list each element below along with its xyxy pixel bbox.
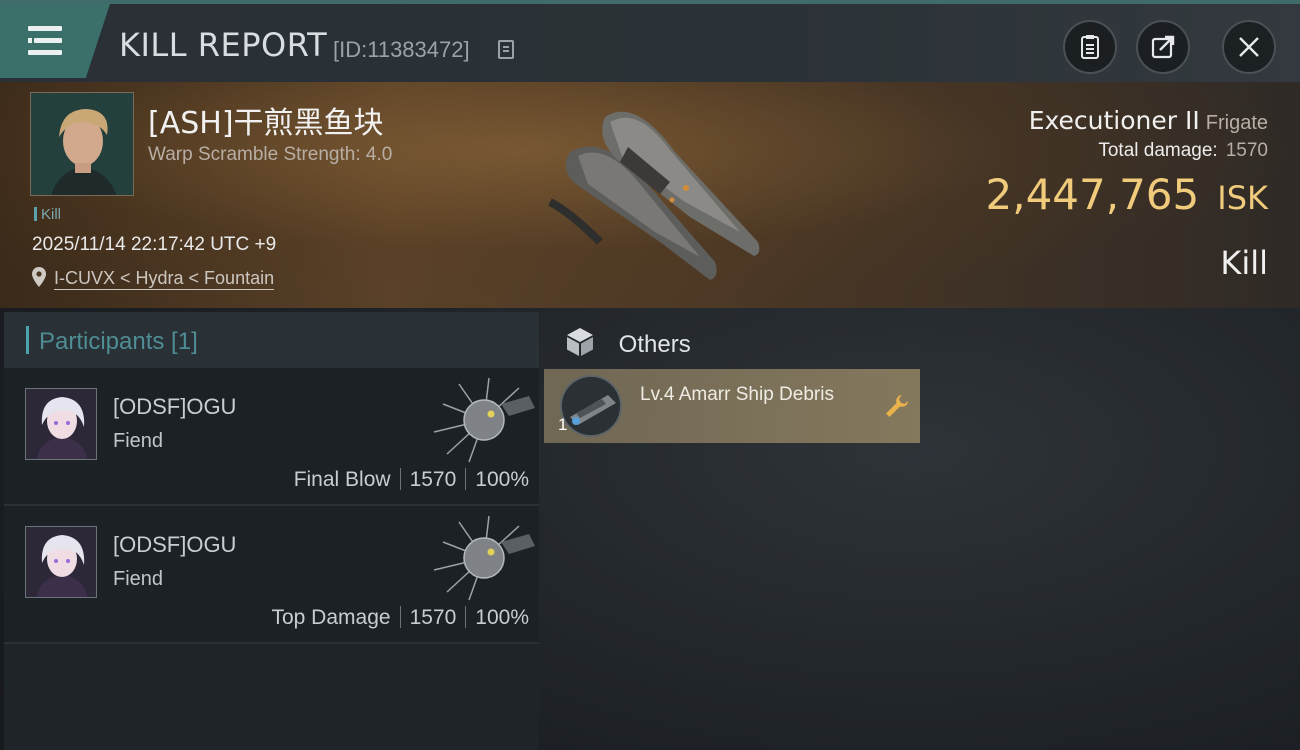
participant-role: Final Blow: [293, 468, 391, 491]
isk-value: 2,447,765 ISK: [986, 170, 1269, 219]
clipboard-button[interactable]: [1063, 20, 1117, 74]
dropped-item[interactable]: 1 Lv.4 Amarr Ship Debris: [544, 369, 920, 443]
weapon-icon: [433, 515, 535, 601]
participant-damage: 1570: [409, 606, 457, 629]
participant-name: [ODSF]OGU: [113, 532, 237, 557]
participant-damage: 1570: [409, 468, 457, 491]
participant-corp: Fiend: [113, 568, 164, 590]
clipboard-icon: [1081, 35, 1099, 59]
participant-avatar[interactable]: [25, 388, 97, 460]
close-button[interactable]: [1222, 20, 1276, 74]
close-icon: [1239, 37, 1259, 57]
participant-stats: Final Blow 1570 100%: [294, 468, 529, 492]
ship-type: Executioner II Frigate: [1029, 106, 1268, 135]
report-id: [ID:11383472]: [333, 37, 470, 62]
victim-name: [ASH]干煎黑鱼块: [148, 106, 384, 141]
others-label: Others: [618, 331, 691, 358]
participants-header: Participants [1]: [4, 312, 539, 368]
victim-portrait[interactable]: [30, 92, 134, 196]
total-damage: Total damage: 1570: [1098, 140, 1268, 162]
cube-icon: [567, 328, 593, 356]
participants-panel: Participants [1] [ODSF]OGU Fiend Final B…: [4, 312, 539, 750]
warp-scramble-strength: Warp Scramble Strength: 4.0: [148, 144, 393, 165]
copy-icon[interactable]: [498, 40, 514, 59]
page-title: KILL REPORT: [119, 26, 328, 64]
isk-unit: ISK: [1217, 179, 1268, 217]
menu-button[interactable]: [0, 4, 110, 78]
ship-class: Frigate: [1205, 112, 1268, 134]
kill-result: Kill: [1220, 244, 1268, 282]
participant-name: [ODSF]OGU: [113, 394, 237, 419]
header-bar: KILL REPORT [ID:11383472]: [0, 4, 1300, 82]
participant-row[interactable]: [ODSF]OGU Fiend Top Damage 1570 100%: [4, 506, 539, 644]
item-thumbnail: [560, 375, 622, 437]
participant-avatar[interactable]: [25, 526, 97, 598]
participants-label: Participants [1]: [39, 328, 198, 355]
participant-percent: 100%: [475, 606, 529, 629]
wrench-icon[interactable]: [884, 393, 910, 419]
isk-amount: 2,447,765: [985, 170, 1200, 219]
item-name: Lv.4 Amarr Ship Debris: [640, 384, 834, 405]
participant-row[interactable]: [ODSF]OGU Fiend Final Blow 1570 100%: [4, 368, 539, 506]
location-pin-icon: [32, 267, 46, 287]
kill-banner: [ASH]干煎黑鱼块 Warp Scramble Strength: 4.0 K…: [0, 82, 1300, 308]
total-damage-value: 1570: [1225, 140, 1268, 161]
share-icon: [1151, 35, 1175, 59]
kill-location-link[interactable]: I-CUVX < Hydra < Fountain: [54, 268, 275, 290]
weapon-icon: [433, 377, 535, 463]
participant-percent: 100%: [475, 468, 529, 491]
kill-tag-label: Kill: [41, 206, 62, 223]
item-quantity: 1: [558, 415, 568, 434]
others-header: Others: [564, 326, 691, 365]
participant-stats: Top Damage 1570 100%: [271, 606, 529, 630]
ship-image: [548, 111, 760, 280]
ship-name: Executioner II: [1028, 106, 1200, 135]
total-damage-label: Total damage:: [1098, 140, 1218, 161]
kill-datetime: 2025/11/14 22:17:42 UTC +9: [32, 234, 277, 255]
kill-tag: Kill: [34, 206, 61, 223]
participant-role: Top Damage: [271, 606, 391, 629]
others-panel: Others 1 Lv.4 Amarr Ship Debris: [544, 312, 1300, 750]
participant-corp: Fiend: [113, 430, 164, 452]
share-button[interactable]: [1136, 20, 1190, 74]
